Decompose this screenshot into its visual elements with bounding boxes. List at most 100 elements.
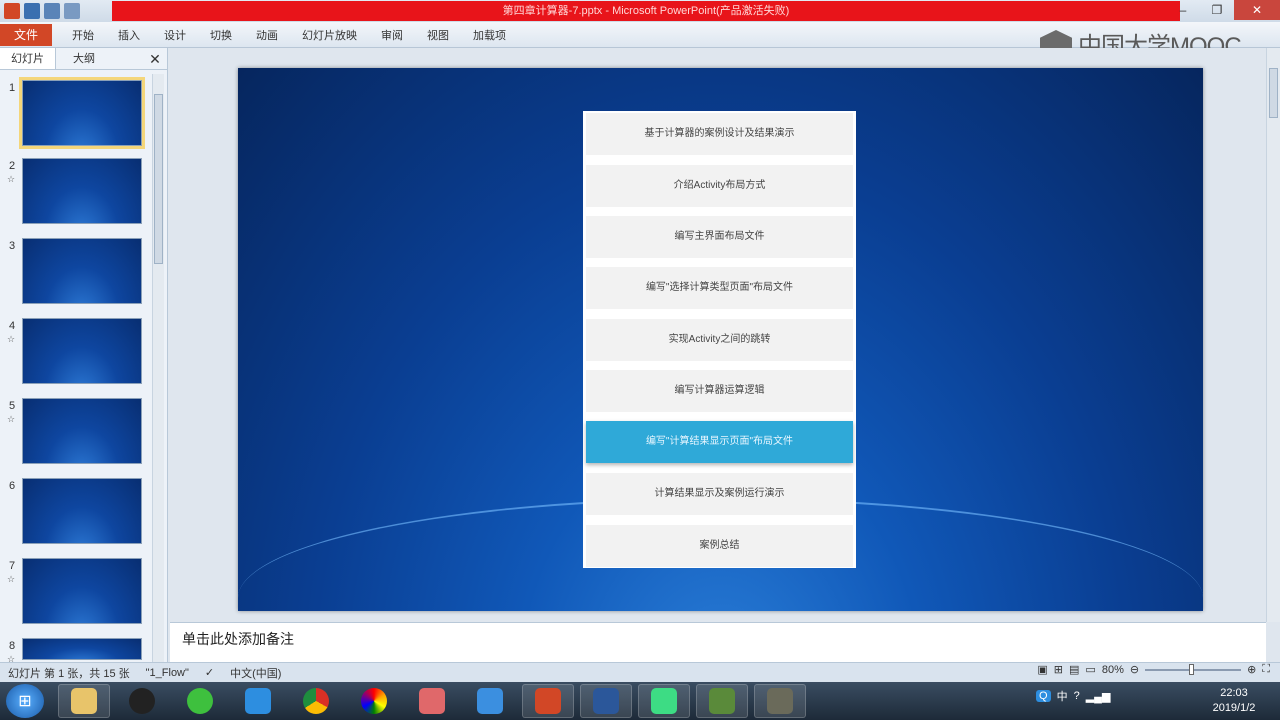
notes-pane[interactable]: 单击此处添加备注: [170, 622, 1266, 662]
taskbar-app[interactable]: [232, 684, 284, 718]
sorter-view-icon[interactable]: ⊞: [1054, 663, 1063, 676]
slide-thumbnail[interactable]: [19, 77, 145, 149]
taskbar-explorer[interactable]: [58, 684, 110, 718]
slide-thumbnail[interactable]: [22, 398, 142, 464]
theme-name: "1_Flow": [145, 666, 189, 679]
network-icon[interactable]: ▂▄▆: [1086, 690, 1111, 703]
language[interactable]: 中文(中国): [222, 665, 289, 681]
zoom-slider-handle[interactable]: [1189, 663, 1195, 675]
taskbar-android-studio[interactable]: [638, 684, 690, 718]
eraser-icon: [419, 688, 445, 714]
help-icon[interactable]: ?: [1074, 690, 1080, 702]
menu-item[interactable]: 编写计算器运算逻辑: [586, 370, 853, 412]
quick-access-toolbar: [4, 3, 80, 19]
panel-scrollbar-thumb[interactable]: [154, 94, 163, 264]
tab-slideshow[interactable]: 幻灯片放映: [290, 27, 369, 43]
taskbar-photo[interactable]: [348, 684, 400, 718]
undo-icon[interactable]: [44, 3, 60, 19]
close-panel-icon[interactable]: ✕: [143, 48, 167, 69]
system-tray: Q 中 ? ▂▄▆: [1036, 688, 1110, 704]
close-button[interactable]: ✕: [1234, 0, 1280, 20]
slide-thumbnail[interactable]: [22, 158, 142, 224]
taskbar-chrome[interactable]: [290, 684, 342, 718]
slideshow-view-icon[interactable]: ▭: [1085, 663, 1095, 676]
normal-view-icon[interactable]: ▣: [1037, 663, 1047, 676]
editor-scrollbar-thumb[interactable]: [1269, 68, 1278, 118]
green-app-icon: [709, 688, 735, 714]
save-icon[interactable]: [24, 3, 40, 19]
slide-thumbnail[interactable]: [22, 318, 142, 384]
spellcheck-icon[interactable]: ✓: [197, 666, 222, 679]
taskbar-eraser[interactable]: [406, 684, 458, 718]
editor-scrollbar[interactable]: [1266, 48, 1280, 622]
menu-item[interactable]: 编写"选择计算类型页面"布局文件: [586, 267, 853, 309]
zoom-out-icon[interactable]: ⊖: [1130, 663, 1139, 676]
notes-placeholder: 单击此处添加备注: [182, 631, 294, 647]
android-studio-icon: [651, 688, 677, 714]
menu-item[interactable]: 介绍Activity布局方式: [586, 165, 853, 207]
ime-indicator[interactable]: 中: [1057, 688, 1068, 704]
reading-view-icon[interactable]: ▤: [1069, 663, 1079, 676]
slide-thumbnail[interactable]: [22, 558, 142, 624]
animation-star-icon: ☆: [7, 414, 16, 424]
panel-tabs: 幻灯片 大纲 ✕: [0, 48, 167, 70]
chrome-icon: [303, 688, 329, 714]
slide-thumb-number: 2: [9, 160, 16, 172]
taskbar-pen[interactable]: [464, 684, 516, 718]
minimize-button[interactable]: –: [1166, 0, 1200, 20]
tab-review[interactable]: 审阅: [369, 27, 415, 43]
maximize-button[interactable]: ❐: [1200, 0, 1234, 20]
color-wheel-icon: [361, 688, 387, 714]
window-controls: – ❐ ✕: [1166, 0, 1280, 20]
tab-addins[interactable]: 加载项: [461, 27, 518, 43]
tab-outline[interactable]: 大纲: [56, 48, 112, 69]
slide-thumb-number: 3: [9, 240, 16, 252]
start-button[interactable]: ⊞: [6, 684, 44, 718]
tab-animations[interactable]: 动画: [244, 27, 290, 43]
fit-slide-icon[interactable]: ⛶: [1262, 663, 1270, 676]
taskbar-wechat[interactable]: [174, 684, 226, 718]
slide-thumbnail[interactable]: [22, 478, 142, 544]
slide-thumb-number: 7: [9, 560, 16, 572]
file-tab[interactable]: 文件: [0, 24, 52, 46]
taskbar-qq[interactable]: [116, 684, 168, 718]
tab-design[interactable]: 设计: [152, 27, 198, 43]
clock[interactable]: 22:03 2019/1/2: [1204, 686, 1264, 716]
powerpoint-app-icon[interactable]: [4, 3, 20, 19]
slide-thumb-number: 5: [9, 400, 16, 412]
zoom-slider[interactable]: [1145, 663, 1242, 675]
tab-home[interactable]: 开始: [60, 27, 106, 43]
slide-menu-box[interactable]: 基于计算器的案例设计及结果演示 介绍Activity布局方式 编写主界面布局文件 编写…: [583, 111, 856, 568]
menu-item[interactable]: 案例总结: [586, 525, 853, 567]
redo-icon[interactable]: [64, 3, 80, 19]
zoom-in-icon[interactable]: ⊕: [1247, 663, 1256, 676]
menu-item[interactable]: 计算结果显示及案例运行演示: [586, 473, 853, 515]
panel-scrollbar[interactable]: [152, 74, 164, 664]
tab-slides[interactable]: 幻灯片: [0, 48, 56, 69]
window-title: 第四章计算器-7.pptx - Microsoft PowerPoint(产品激…: [112, 1, 1180, 21]
qq-tray-icon[interactable]: Q: [1036, 690, 1051, 702]
slide-thumbnail[interactable]: [22, 638, 142, 660]
slide-thumbnail[interactable]: [22, 238, 142, 304]
taskbar-powerpoint[interactable]: [522, 684, 574, 718]
taskbar-word[interactable]: [580, 684, 632, 718]
menu-item[interactable]: 实现Activity之间的跳转: [586, 319, 853, 361]
wechat-icon: [187, 688, 213, 714]
menu-item[interactable]: 编写主界面布局文件: [586, 216, 853, 258]
folder-icon: [71, 688, 97, 714]
slide-thumb-number: 1: [9, 82, 16, 94]
slide-thumb-number: 8: [9, 640, 16, 652]
word-icon: [593, 688, 619, 714]
menu-item[interactable]: 编写"计算结果显示页面"布局文件: [586, 421, 853, 463]
slide-thumb-number: 4: [9, 320, 16, 332]
taskbar-app-green[interactable]: [696, 684, 748, 718]
taskbar-recorder[interactable]: [754, 684, 806, 718]
tab-insert[interactable]: 插入: [106, 27, 152, 43]
zoom-controls: ▣ ⊞ ▤ ▭ 80% ⊖ ⊕ ⛶: [1037, 663, 1270, 676]
clock-date: 2019/1/2: [1212, 702, 1256, 714]
tab-transitions[interactable]: 切换: [198, 27, 244, 43]
zoom-level[interactable]: 80%: [1102, 664, 1124, 676]
menu-item[interactable]: 基于计算器的案例设计及结果演示: [586, 113, 853, 155]
tab-view[interactable]: 视图: [415, 27, 461, 43]
recorder-icon: [767, 688, 793, 714]
